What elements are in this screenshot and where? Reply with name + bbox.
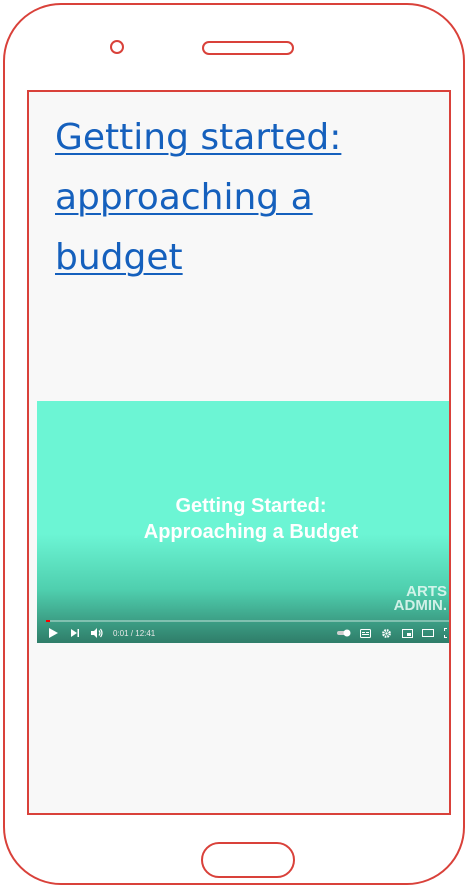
autoplay-toggle-icon[interactable] bbox=[336, 625, 352, 641]
video-title: Getting Started: Approaching a Budget bbox=[37, 493, 449, 545]
article-title-link[interactable]: Getting started: approaching a budget bbox=[55, 108, 415, 288]
fullscreen-icon[interactable] bbox=[441, 625, 449, 641]
next-icon[interactable] bbox=[67, 625, 83, 641]
gear-icon[interactable] bbox=[378, 625, 394, 641]
arts-admin-logo: ARTS ADMIN. bbox=[393, 584, 447, 614]
play-icon[interactable] bbox=[45, 625, 61, 641]
phone-screen: Getting started: approaching a budget Ge… bbox=[27, 90, 451, 815]
speaker-grille bbox=[202, 41, 294, 55]
logo-line-2: ADMIN. bbox=[393, 597, 447, 614]
progress-bar-fill bbox=[46, 620, 51, 622]
camera-icon bbox=[110, 40, 124, 54]
volume-icon[interactable] bbox=[89, 625, 105, 641]
video-controls: 0:01 / 12:41 bbox=[37, 623, 449, 643]
miniplayer-icon[interactable] bbox=[399, 625, 415, 641]
right-controls bbox=[331, 625, 449, 641]
home-button[interactable] bbox=[201, 842, 295, 878]
video-title-line-2: Approaching a Budget bbox=[143, 521, 359, 543]
theater-icon[interactable] bbox=[420, 625, 436, 641]
video-player[interactable]: Getting Started: Approaching a Budget AR… bbox=[37, 401, 449, 643]
video-title-line-1: Getting Started: bbox=[175, 495, 327, 517]
phone-frame: Getting started: approaching a budget Ge… bbox=[3, 3, 465, 885]
progress-bar[interactable] bbox=[46, 620, 449, 622]
time-display: 0:01 / 12:41 bbox=[113, 628, 156, 638]
captions-icon[interactable] bbox=[357, 625, 373, 641]
